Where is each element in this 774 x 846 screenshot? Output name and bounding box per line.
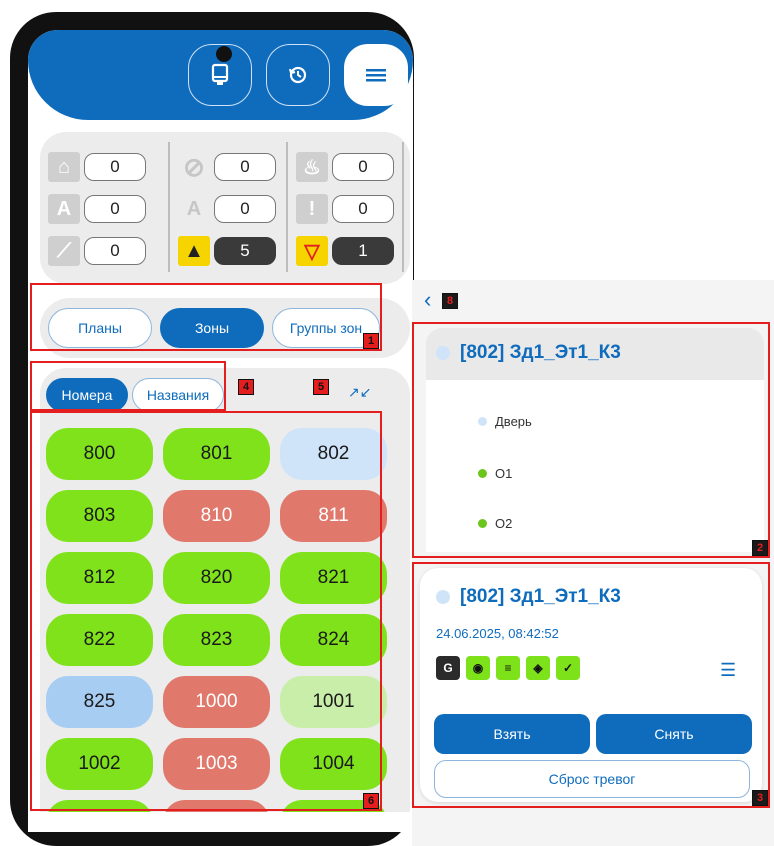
highlight-box-4 [30,361,226,411]
counter-value: 1 [332,237,394,265]
highlight-box-1 [30,283,382,351]
hamburger-menu-icon [366,69,386,82]
warning-triangle-icon: ▲ [178,236,210,266]
counter-row[interactable]: ▽ 1 [296,236,394,266]
camera-notch [216,46,232,62]
highlight-box-6 [30,411,382,811]
event-counters-panel: ⌂ 0 A 0 ⟋ 0 ⊘ 0 A 0 ▲ 5 ♨ 0 ! 0 ▽ 1 [40,132,410,284]
counter-value: 0 [332,153,394,181]
counter-row[interactable]: ⊘ 0 [178,152,276,182]
divider [402,142,404,272]
counter-value: 0 [214,153,276,181]
marker-2: 2 [752,540,768,556]
prohibited-icon: ⊘ [183,151,205,182]
feather-icon: ⟋ [48,236,80,266]
collapse-icon[interactable]: ↗↙ [348,384,371,401]
history-icon [289,66,307,84]
counter-row[interactable]: ⌂ 0 [48,152,146,182]
divider [286,142,288,272]
app-header [28,30,413,120]
counter-value: 0 [84,237,146,265]
marker-3: 3 [752,790,768,806]
counter-value: 0 [332,195,394,223]
text-arrow-down-icon: A [186,197,202,220]
divider [168,142,170,272]
marker-1: 1 [363,333,379,349]
book-icon [211,63,229,85]
counter-row[interactable]: ⟋ 0 [48,236,146,266]
highlight-box-2 [412,322,770,558]
fire-icon: ♨ [296,152,328,182]
counter-value: 0 [84,153,146,181]
down-triangle-icon: ▽ [296,236,328,266]
marker-4: 4 [238,379,254,395]
stage: ⌂ 0 A 0 ⟋ 0 ⊘ 0 A 0 ▲ 5 ♨ 0 ! 0 ▽ 1 План… [0,0,774,846]
counter-row[interactable]: ♨ 0 [296,152,394,182]
counter-row[interactable]: ▲ 5 [178,236,276,266]
back-chevron-icon[interactable]: ‹ [424,289,431,311]
marker-6: 6 [363,793,379,809]
counter-row[interactable]: A 0 [48,194,146,224]
history-button[interactable] [266,44,330,106]
counter-value: 0 [84,195,146,223]
counter-value: 5 [214,237,276,265]
marker-5: 5 [313,379,329,395]
counter-value: 0 [214,195,276,223]
counter-row[interactable]: ! 0 [296,194,394,224]
exclamation-icon: ! [296,194,328,224]
ceiling-alarm-icon: ⌂ [48,152,80,182]
text-signal-icon: A [48,194,80,224]
marker-8: 8 [442,293,458,309]
highlight-box-3 [412,562,770,808]
counter-row[interactable]: A 0 [178,194,276,224]
menu-button[interactable] [344,44,408,106]
